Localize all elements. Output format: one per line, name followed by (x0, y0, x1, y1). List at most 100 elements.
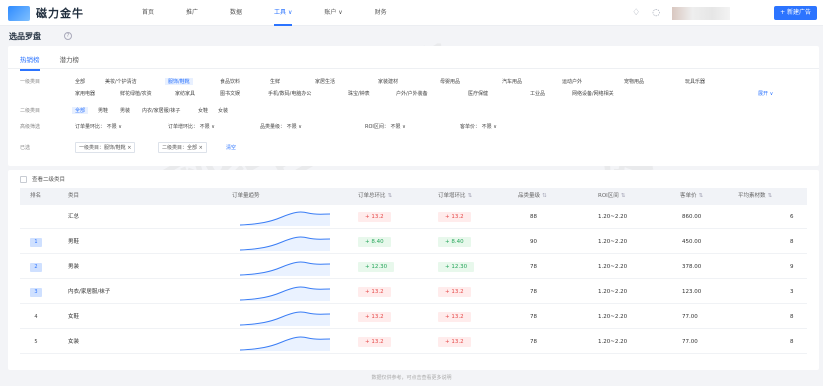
category-option[interactable]: 食品饮料 (220, 78, 240, 85)
logo-icon (8, 5, 30, 21)
category-option[interactable]: 全部 (75, 78, 85, 85)
avatar[interactable] (672, 6, 731, 20)
nav-item-promotion[interactable]: 推广 (186, 0, 198, 26)
trend-sparkline (240, 286, 330, 301)
rank-badge: 3 (30, 288, 42, 297)
table-row[interactable]: 3 内衣/家居服/袜子 + 13.2 + 13.2 78 1.20~2.20 123.00 3 (20, 280, 807, 304)
roi-cell: 1.20~2.20 (598, 289, 628, 295)
order-growth-change: + 13.2 (438, 337, 471, 347)
category-option[interactable]: 家纺家具 (175, 90, 195, 97)
category-option[interactable]: 工业品 (530, 90, 545, 97)
logo[interactable]: 磁力金牛 (8, 5, 84, 21)
category-option[interactable]: 珠宝/钟表 (348, 90, 370, 97)
rank-badge: 5 (34, 339, 38, 345)
ranking-table: 查看二级类目 排名 类目 订单量趋势 订单总环比 ⇅ 订单增环比 ⇅ 品类量级 ⇅ R… (8, 170, 819, 370)
category-cell: 汇总 (68, 214, 80, 220)
subcategory-option[interactable]: 女装 (218, 107, 228, 114)
category-option[interactable]: 户外/户外装备 (396, 90, 428, 97)
table-row[interactable]: 4 女鞋 + 13.2 + 13.2 78 1.20~2.20 77.00 8 (20, 305, 807, 329)
category-option[interactable]: 运动户外 (562, 78, 582, 85)
column-header[interactable]: 品类量级 ⇅ (518, 188, 547, 205)
column-header: 订单量趋势 (232, 193, 260, 199)
subcategory-option[interactable]: 男鞋 (98, 107, 108, 114)
roi-range-dropdown[interactable]: ROI区间： 不限 ∨ (365, 123, 406, 130)
nav-item-data[interactable]: 数据 (230, 0, 242, 26)
order-total-change: + 13.2 (358, 287, 391, 297)
table-row[interactable]: 5 女装 + 13.2 + 13.2 78 1.20~2.20 77.00 8 (20, 330, 807, 354)
subcategory-option[interactable]: 男装 (120, 107, 130, 114)
table-row[interactable]: 1 男鞋 + 8.40 + 8.40 90 1.20~2.20 450.00 8 (20, 230, 807, 254)
unit-price-dropdown[interactable]: 客单价： 不限 ∨ (460, 123, 497, 130)
filter-label: 已选 (20, 145, 31, 151)
footer-note: 数据仅供参考，可点击查看更多说明 (371, 375, 452, 381)
help-icon[interactable]: ◌ (652, 5, 660, 21)
category-scale-dropdown[interactable]: 品类量级： 不限 ∨ (260, 123, 302, 130)
sort-icon: ⇅ (542, 193, 547, 199)
sort-icon: ⇅ (767, 193, 773, 199)
create-ad-button[interactable]: + 新建广告 (774, 6, 817, 20)
trend-sparkline (240, 211, 330, 226)
column-header[interactable]: 平均素材数 ⇅ (738, 188, 772, 205)
table-header: 排名 类目 订单量趋势 订单总环比 ⇅ 订单增环比 ⇅ 品类量级 ⇅ ROI区间 ⇅ 客… (20, 188, 807, 205)
category-option[interactable]: 美妆/个护清洁 (105, 78, 137, 85)
category-option-selected[interactable]: 服饰/鞋靴 (165, 78, 193, 85)
category-option[interactable]: 家装建材 (378, 78, 398, 85)
column-header[interactable]: ROI区间 ⇅ (598, 188, 625, 205)
subcategory-option-selected[interactable]: 全部 (72, 107, 89, 114)
selected-tag[interactable]: 二级类目：全部 × (158, 142, 207, 153)
subcategory-option[interactable]: 内衣/家居服/袜子 (142, 107, 180, 114)
category-option[interactable]: 家用电器 (75, 90, 95, 97)
category-cell: 男装 (68, 264, 80, 270)
scale-cell: 78 (530, 289, 537, 295)
clear-filters-button[interactable]: 清空 (226, 144, 236, 151)
column-header: 排名 (30, 193, 42, 199)
table-row[interactable]: 2 男装 + 12.30 + 12.30 78 1.20~2.20 378.00 9 (20, 255, 807, 279)
scale-cell: 78 (530, 264, 537, 270)
checkbox-label: 查看二级类目 (32, 177, 66, 183)
category-option[interactable]: 图书文娱 (220, 90, 240, 97)
category-option[interactable]: 鲜花绿植/农资 (120, 90, 152, 97)
order-total-change: + 12.30 (358, 262, 395, 272)
nav-item-home[interactable]: 首页 (142, 0, 154, 26)
materials-cell: 3 (790, 289, 794, 295)
scale-cell: 90 (530, 239, 537, 245)
column-header[interactable]: 订单总环比 ⇅ (358, 188, 392, 205)
order-growth-change: + 12.30 (438, 262, 475, 272)
rank-badge: 2 (30, 263, 42, 272)
main-nav: 首页 推广 数据 工具 ∨ 账户 ∨ 财务 (142, 0, 419, 26)
bell-icon[interactable]: ♢ (632, 5, 640, 21)
category-option[interactable]: 网络设备/网络相关 (572, 90, 614, 97)
order-growth-change: + 13.2 (438, 287, 471, 297)
category-option[interactable]: 手机/数码/电脑办公 (268, 90, 311, 97)
question-icon[interactable]: ? (64, 32, 72, 40)
table-row[interactable]: 汇总 + 13.2 + 13.2 88 1.20~2.20 860.00 6 (20, 205, 807, 229)
page-title: 选品罗盘 (9, 32, 41, 41)
nav-item-account[interactable]: 账户 ∨ (324, 0, 342, 26)
column-header[interactable]: 客单价 ⇅ (680, 188, 703, 205)
category-option[interactable]: 母婴用品 (440, 78, 460, 85)
materials-cell: 6 (790, 214, 794, 220)
nav-item-tools[interactable]: 工具 ∨ (274, 0, 293, 26)
nav-item-finance[interactable]: 财务 (375, 0, 387, 26)
expand-button[interactable]: 展开 ∨ (758, 90, 773, 97)
category-option[interactable]: 玩具乐器 (685, 78, 705, 85)
show-level2-toggle[interactable]: 查看二级类目 (20, 175, 65, 183)
category-option[interactable]: 宠物用品 (624, 78, 644, 85)
category-option[interactable]: 家居生活 (315, 78, 335, 85)
materials-cell: 9 (790, 264, 794, 270)
selected-tag[interactable]: 一级类目：服饰/鞋靴 × (75, 142, 136, 153)
order-total-change: + 13.2 (358, 212, 391, 222)
filter-label: 二级类目 (20, 108, 41, 114)
category-option[interactable]: 汽车用品 (502, 78, 522, 85)
checkbox[interactable] (20, 175, 27, 183)
category-option[interactable]: 生鲜 (270, 78, 280, 85)
order-total-change: + 8.40 (358, 237, 391, 247)
roi-cell: 1.20~2.20 (598, 239, 628, 245)
column-header[interactable]: 订单增环比 ⇅ (438, 188, 472, 205)
logo-text: 磁力金牛 (36, 7, 84, 20)
subcategory-option[interactable]: 女鞋 (198, 107, 208, 114)
order-volume-dropdown[interactable]: 订单量环比： 不限 ∨ (75, 123, 122, 130)
order-growth-dropdown[interactable]: 订单增环比： 不限 ∨ (168, 123, 215, 130)
materials-cell: 8 (790, 239, 794, 245)
category-option[interactable]: 医疗保健 (468, 90, 488, 97)
